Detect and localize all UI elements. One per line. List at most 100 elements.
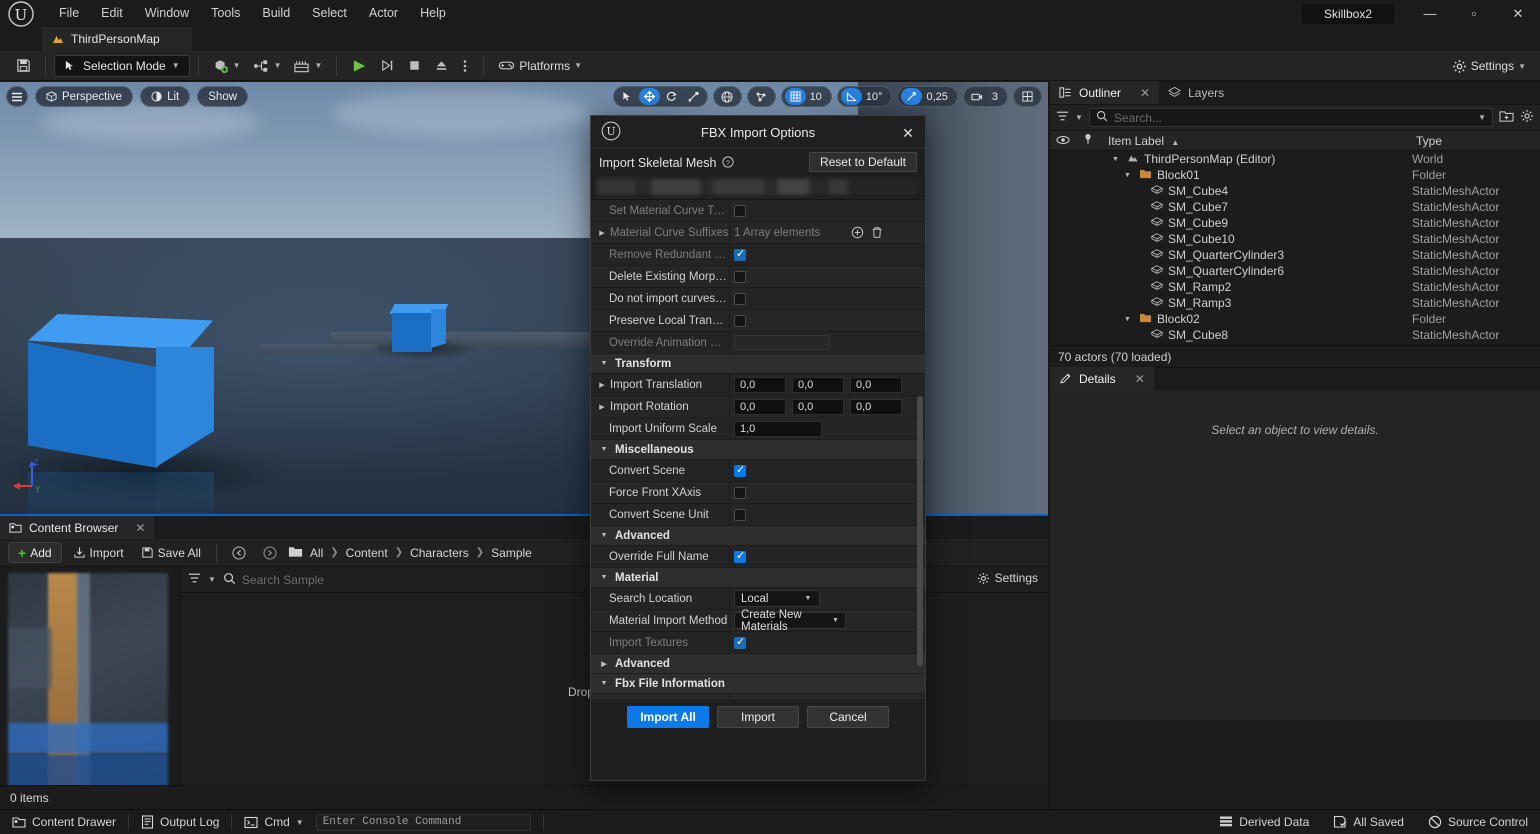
menu-actor[interactable]: Actor (358, 0, 409, 27)
property-row[interactable]: Import Uniform Scale1,0 (591, 418, 925, 440)
derived-data-button[interactable]: Derived Data (1207, 809, 1321, 834)
property-checkbox[interactable] (734, 551, 746, 563)
property-value-cell[interactable]: 1 Array elements (729, 222, 925, 244)
save-button[interactable] (10, 55, 37, 77)
property-row[interactable]: Search LocationLocal▼ (591, 588, 925, 610)
property-value-cell[interactable] (729, 632, 925, 654)
menu-file[interactable]: File (48, 0, 90, 27)
more-options-button[interactable] (455, 55, 475, 77)
outliner-row[interactable]: SM_Cube9StaticMeshActor (1050, 215, 1540, 231)
outliner-row[interactable]: SM_Ramp2StaticMeshActor (1050, 279, 1540, 295)
outliner-row[interactable]: SM_Cube12StaticMeshActor (1050, 343, 1540, 345)
property-checkbox[interactable] (734, 487, 746, 499)
sm-cube-far[interactable] (392, 304, 446, 352)
select-tool-icon[interactable] (617, 88, 638, 105)
output-log-button[interactable]: Output Log (129, 810, 231, 834)
menu-select[interactable]: Select (301, 0, 358, 27)
source-control-button[interactable]: Source Control (1416, 809, 1540, 834)
property-row[interactable]: ▶Import Translation0,00,00,0 (591, 374, 925, 396)
trash-icon[interactable] (870, 226, 884, 240)
property-value-cell[interactable]: Local▼ (729, 588, 925, 610)
move-tool-icon[interactable] (639, 88, 660, 105)
chevron-down-icon[interactable]: ▼ (208, 575, 216, 584)
outliner-search-input[interactable] (1114, 111, 1472, 125)
vector-z-input[interactable]: 0,0 (850, 399, 902, 415)
property-row[interactable]: Material Import MethodCreate New Materia… (591, 610, 925, 632)
property-section-header[interactable]: ▼Fbx File Information (591, 674, 925, 694)
outliner-row[interactable]: SM_QuarterCylinder6StaticMeshActor (1050, 263, 1540, 279)
expander-arrow-icon[interactable]: ▼ (1112, 156, 1122, 163)
property-row[interactable]: Override Animation Name (591, 332, 925, 354)
forward-arrow-icon[interactable] (257, 542, 283, 564)
property-checkbox[interactable] (734, 509, 746, 521)
section-expander-icon[interactable]: ▼ (599, 360, 609, 367)
tab-thirdpersonmap[interactable]: ThirdPersonMap (42, 27, 192, 51)
play-button[interactable] (345, 55, 374, 77)
property-value-cell[interactable] (729, 504, 925, 526)
property-section-header[interactable]: ▼Material (591, 568, 925, 588)
section-expander-icon[interactable]: ▼ (599, 680, 609, 687)
add-actor-button[interactable]: ▼ (207, 55, 247, 77)
save-all-button[interactable]: Save All (135, 542, 207, 564)
asset-thumbnail[interactable] (8, 573, 168, 788)
property-expander-icon[interactable]: ▶ (597, 381, 607, 389)
expander-arrow-icon[interactable]: ▼ (1124, 316, 1134, 323)
tab-details[interactable]: Details ✕ (1050, 367, 1154, 390)
property-value-cell[interactable] (729, 482, 925, 504)
outliner-row[interactable]: SM_Cube8StaticMeshActor (1050, 327, 1540, 343)
viewport-menu-icon[interactable] (6, 86, 28, 107)
blueprints-button[interactable]: ▼ (247, 55, 288, 77)
back-arrow-icon[interactable] (226, 542, 252, 564)
section-expander-icon[interactable]: ▼ (599, 574, 609, 581)
property-section-header[interactable]: ▶Advanced (591, 654, 925, 674)
outliner-row[interactable]: ▼ThirdPersonMap (Editor)World (1050, 151, 1540, 167)
tab-layers[interactable]: Layers (1159, 81, 1233, 104)
menu-tools[interactable]: Tools (200, 0, 251, 27)
property-value-cell[interactable]: 1,0 (729, 418, 925, 440)
chevron-down-icon[interactable]: ▼ (1075, 113, 1083, 122)
property-value-cell[interactable] (729, 546, 925, 568)
dialog-close-button[interactable]: ✕ (899, 124, 917, 142)
scale-tool-icon[interactable] (683, 88, 704, 105)
property-value-cell[interactable] (729, 332, 925, 354)
menu-edit[interactable]: Edit (90, 0, 134, 27)
property-row[interactable]: Preserve Local Transform (591, 310, 925, 332)
expander-arrow-icon[interactable]: ▼ (1124, 172, 1134, 179)
column-item-label[interactable]: Item Label ▲ (1100, 134, 1412, 148)
property-checkbox[interactable] (734, 205, 746, 217)
outliner-search-box[interactable]: ▼ (1089, 108, 1493, 127)
new-folder-icon[interactable] (1499, 110, 1514, 126)
filter-icon[interactable] (1056, 110, 1069, 125)
content-drawer-button[interactable]: Content Drawer (0, 810, 128, 834)
property-checkbox[interactable] (734, 637, 746, 649)
property-row[interactable]: Set Material Curve Type (591, 200, 925, 222)
vector-x-input[interactable]: 0,0 (734, 377, 786, 393)
show-button[interactable]: Show (197, 86, 248, 107)
visibility-icon[interactable] (1050, 134, 1076, 148)
grid-snap-value[interactable]: 10 (807, 91, 828, 103)
rotate-tool-icon[interactable] (661, 88, 682, 105)
property-number-input[interactable]: 1,0 (734, 421, 822, 437)
outliner-row[interactable]: SM_Ramp3StaticMeshActor (1050, 295, 1540, 311)
gear-icon[interactable] (1520, 109, 1534, 126)
menu-build[interactable]: Build (251, 0, 301, 27)
vector-z-input[interactable]: 0,0 (850, 377, 902, 393)
camera-speed-value[interactable]: 3 (989, 91, 1004, 103)
property-row[interactable]: Override Full Name (591, 546, 925, 568)
property-row[interactable]: Force Front XAxis (591, 482, 925, 504)
settings-button[interactable]: Settings ▼ (1446, 55, 1532, 77)
property-expander-icon[interactable]: ▶ (597, 229, 607, 237)
property-value-cell[interactable]: 0,00,00,0 (729, 374, 925, 396)
content-browser-sources[interactable] (0, 567, 180, 810)
selection-mode-dropdown[interactable]: Selection Mode ▼ (54, 55, 190, 77)
outliner-row[interactable]: ▼Block01Folder (1050, 167, 1540, 183)
cmd-dropdown[interactable]: Cmd ▼ (232, 810, 315, 834)
reset-to-default-button[interactable]: Reset to Default (809, 152, 917, 172)
property-checkbox[interactable] (734, 293, 746, 305)
breadcrumb-content[interactable]: Content (346, 546, 388, 560)
surface-snap-icon[interactable] (751, 88, 772, 105)
add-element-icon[interactable] (850, 226, 864, 240)
property-row[interactable]: Import Textures (591, 632, 925, 654)
property-value-cell[interactable] (729, 460, 925, 482)
property-row[interactable]: ▶Import Rotation0,00,00,0 (591, 396, 925, 418)
